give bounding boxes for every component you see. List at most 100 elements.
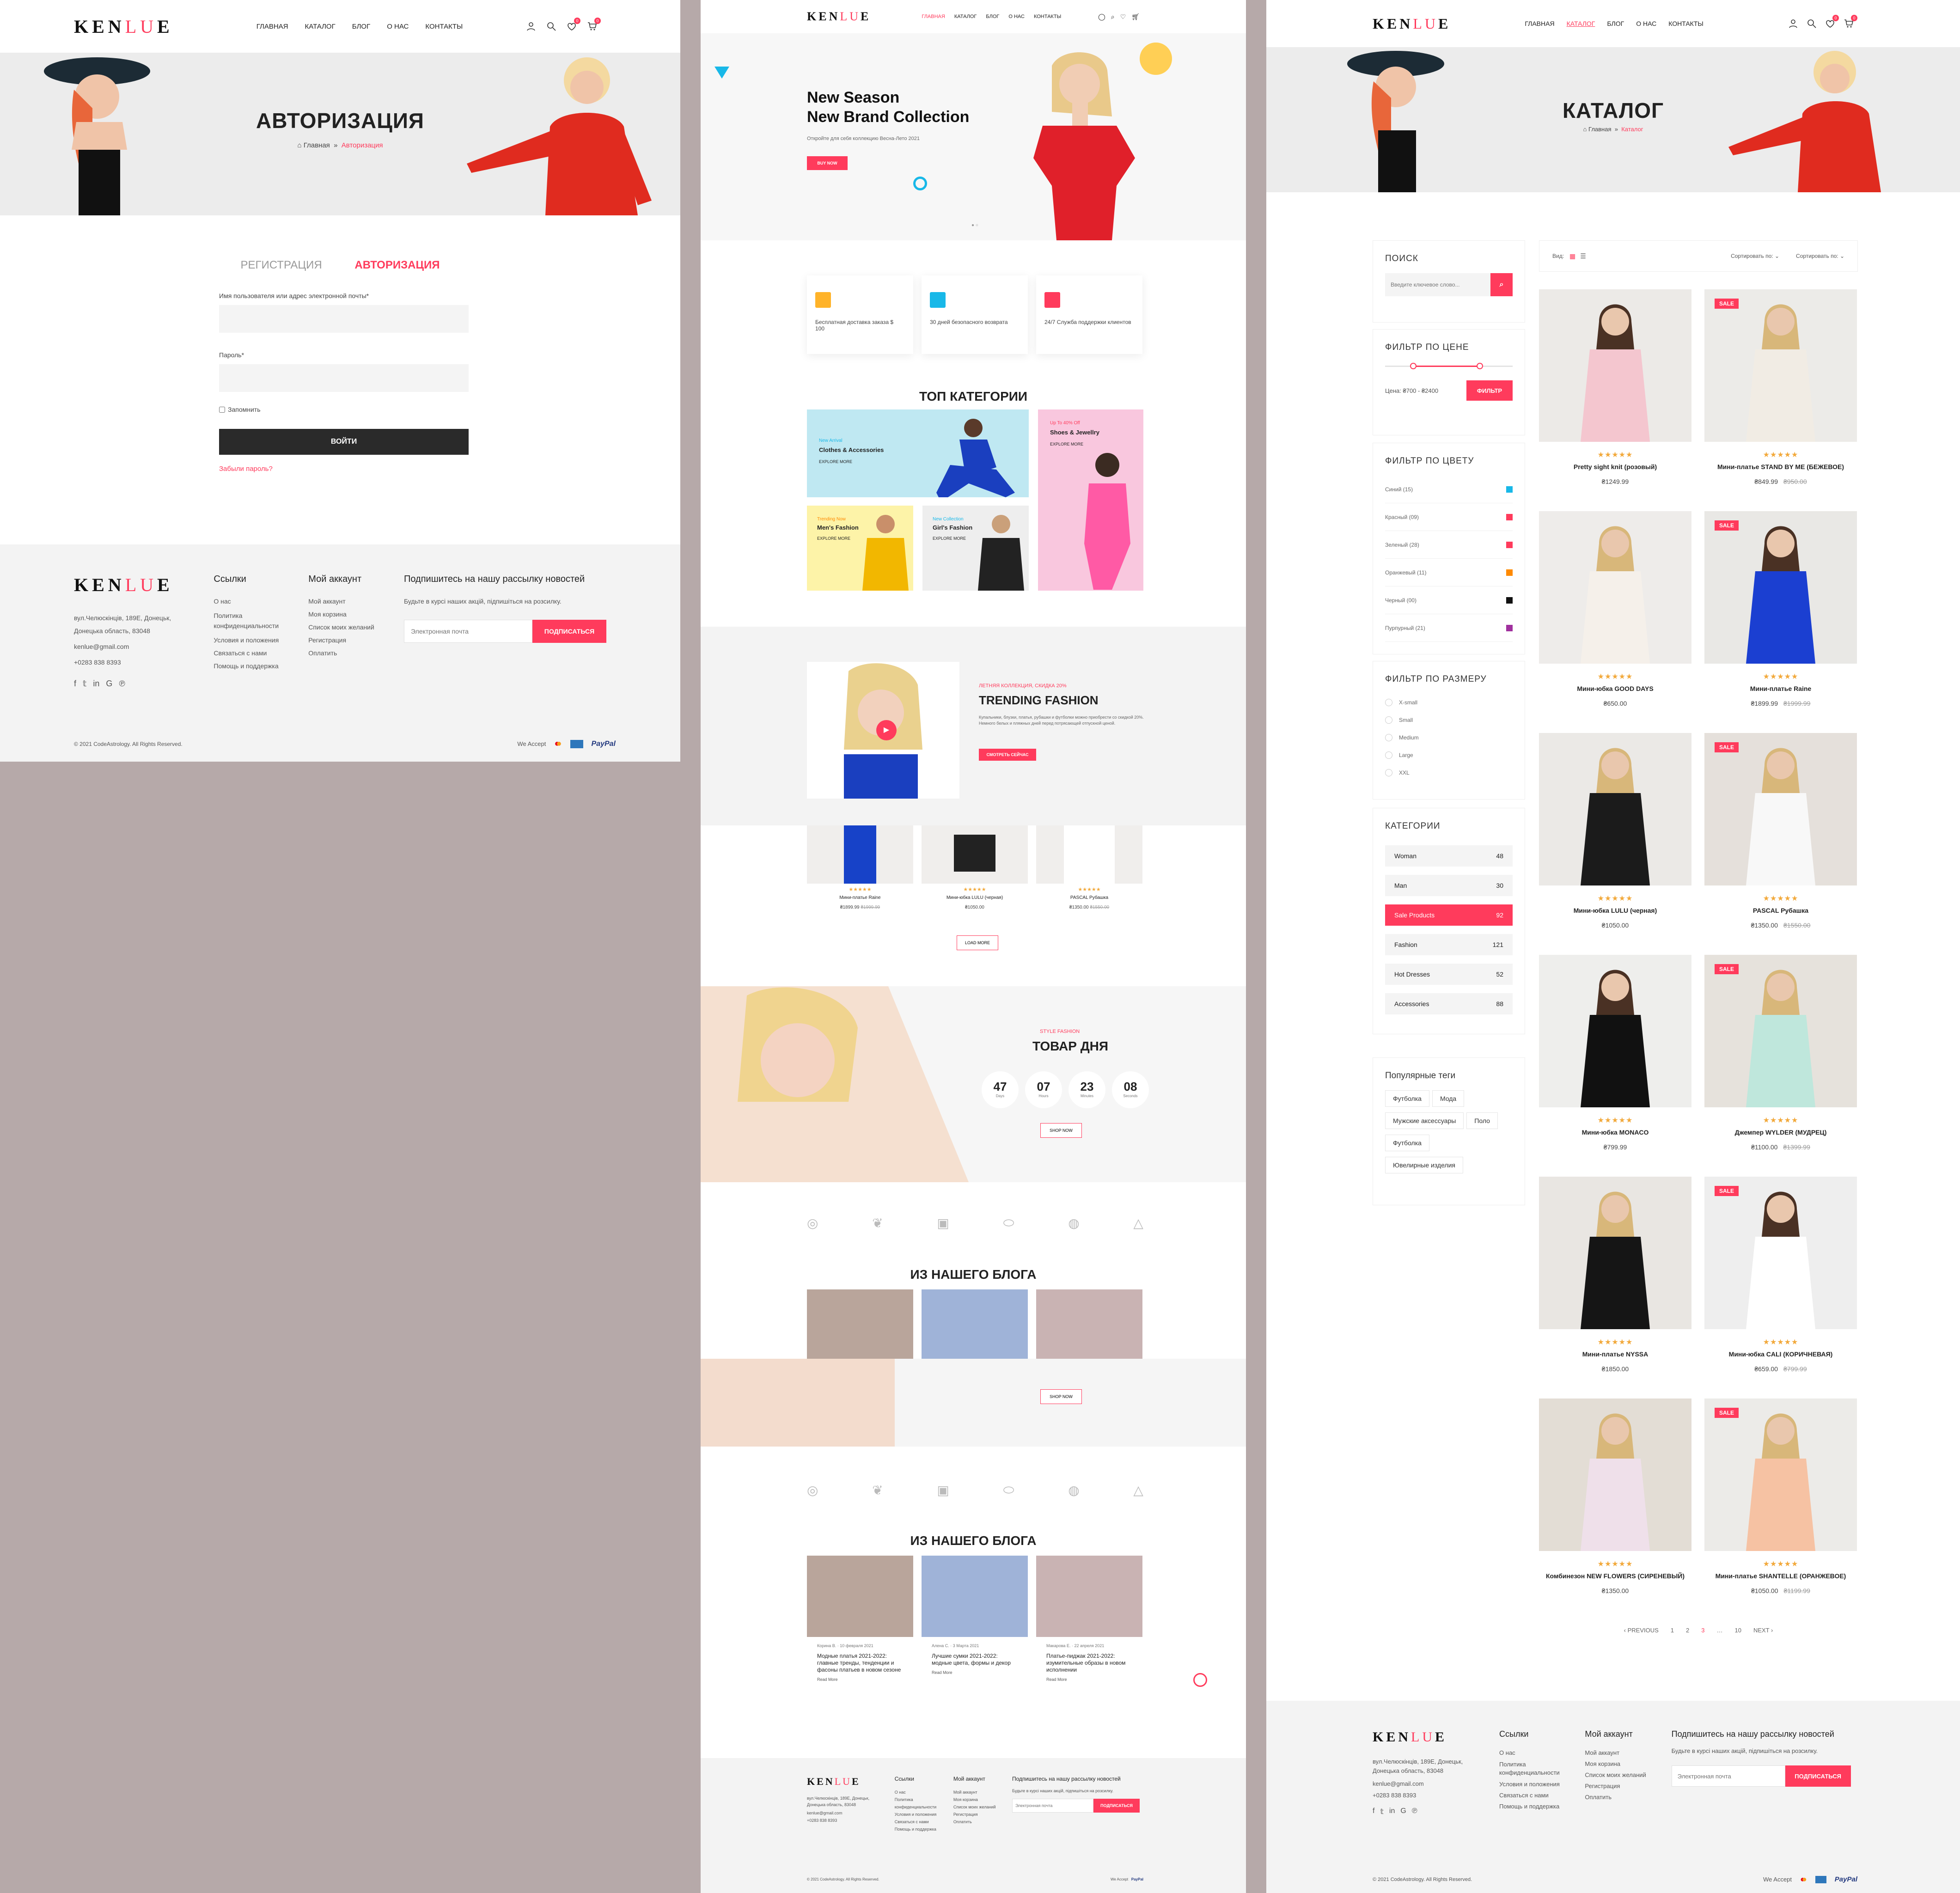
blog-preview-image[interactable] [807,1289,913,1359]
cart-icon[interactable]: 0 [1844,15,1857,29]
category-shoes-link[interactable]: EXPLORE MORE [1050,442,1083,446]
google-icon[interactable]: G [106,679,112,689]
product-name[interactable]: Мини-платье Raine [1704,685,1857,692]
home-footer-account-link[interactable]: Регистрация [953,1811,1012,1818]
heart-icon[interactable]: 0 [1825,15,1839,29]
color-filter-item[interactable]: Синий (15) [1385,476,1513,503]
catalog-footer-account-link[interactable]: Оплатить [1585,1792,1671,1803]
catalog-footer-link[interactable]: Помощь и поддержка [1499,1801,1585,1812]
catalog-logo[interactable]: KEN LU E [1373,15,1451,32]
footer-pay-link[interactable]: Оплатить [308,647,404,659]
category-shoes[interactable]: Up To 40% Off Shoes & Jewellry EXPLORE M… [1038,409,1143,591]
size-filter-item[interactable]: X-small [1385,694,1513,711]
user-icon[interactable] [1788,18,1798,29]
nav-contacts[interactable]: КОНТАКТЫ [1034,14,1061,19]
breadcrumb-home[interactable]: Главная [304,141,330,149]
price-slider[interactable] [1385,362,1513,371]
home-footer-link[interactable]: Помощь и поддержка [895,1826,953,1833]
catalog-footer-phone[interactable]: +0283 838 8393 [1373,1792,1499,1799]
home-footer-account-link[interactable]: Оплатить [953,1818,1012,1826]
product-card[interactable]: SALE ★★★★★ Мини-юбка CALI (КОРИЧНЕВАЯ) ₴659… [1704,1177,1857,1373]
product-image[interactable] [1539,1398,1691,1551]
category-item[interactable]: Woman 48 [1385,845,1513,867]
pagination-item[interactable]: ‹ PREVIOUS [1624,1627,1659,1634]
google-icon[interactable]: G [1400,1807,1406,1816]
product-card[interactable]: ★★★★★ Мини-юбка MONACO ₴799.99 [1539,955,1691,1151]
footer-cart-link[interactable]: Моя корзина [308,608,404,621]
user-icon[interactable]: ◯ [1098,13,1105,21]
sort-dropdown-1[interactable]: Сортировать по: ⌄ [1731,253,1779,259]
blog-card[interactable]: Корина В. · 10 февраля 2021 Модные плать… [807,1556,913,1682]
nav-contacts[interactable]: КОНТАКТЫ [1668,20,1704,27]
search-icon[interactable] [546,21,556,31]
product-image[interactable] [1539,511,1691,664]
footer-link-help[interactable]: Помощь и поддержка [214,659,308,672]
footer-register-link[interactable]: Регистрация [308,634,404,647]
size-radio[interactable] [1385,734,1392,741]
sort-dropdown-2[interactable]: Сортировать по: ⌄ [1796,253,1844,259]
category-clothes-link[interactable]: EXPLORE MORE [819,459,852,464]
price-slider-max-handle[interactable] [1477,363,1483,369]
nav-blog[interactable]: БЛОГ [1607,20,1624,27]
product-card[interactable]: ★★★★★ Комбинезон NEW FLOWERS (СИРЕНЕВЫЙ) ₴… [1539,1398,1691,1594]
product-name[interactable]: Мини-юбка CALI (КОРИЧНЕВАЯ) [1704,1350,1857,1358]
footer-logo[interactable]: KEN LU E [74,574,214,596]
catalog-newsletter-input[interactable] [1671,1765,1785,1787]
catalog-footer-logo[interactable]: KEN LU E [1373,1729,1499,1745]
tab-register[interactable]: РЕГИСТРАЦИЯ [240,259,322,271]
user-icon[interactable] [526,21,536,31]
breadcrumb-home[interactable]: Главная [1588,126,1611,133]
product-name[interactable]: Комбинезон NEW FLOWERS (СИРЕНЕВЫЙ) [1539,1572,1691,1580]
pagination-item[interactable]: 3 [1701,1627,1704,1634]
blog-card-title[interactable]: Платье-пиджак 2021-2022: изумительные об… [1036,1648,1142,1673]
product-card[interactable]: ★★★★★ Мини-юбка GOOD DAYS ₴650.00 [1539,511,1691,707]
footer-link-about[interactable]: О нас [214,595,308,608]
list-view-icon[interactable]: ☰ [1580,252,1586,260]
mini-product-card[interactable]: ★★★★★ Мини-платье Raine ₴1899.99 ₴1999.9… [807,825,913,910]
password-input[interactable] [219,364,469,392]
home-footer-account-link[interactable]: Моя корзина [953,1796,1012,1803]
subscribe-button[interactable]: ПОДПИСАТЬСЯ [532,620,606,643]
nav-about[interactable]: О НАС [387,23,409,31]
price-slider-min-handle[interactable] [1410,363,1417,369]
category-item[interactable]: Hot Dresses 52 [1385,964,1513,985]
category-item[interactable]: Accessories 88 [1385,993,1513,1014]
footer-link-contact[interactable]: Связаться с нами [214,647,308,659]
trending-video[interactable]: ▶ [807,662,959,799]
product-name[interactable]: Мини-платье SHANTELLE (ОРАНЖЕВОЕ) [1704,1572,1857,1580]
size-filter-item[interactable]: Medium [1385,729,1513,746]
color-filter-item[interactable]: Черный (00) [1385,586,1513,614]
tag-chip[interactable]: Ювелирные изделия [1385,1157,1463,1173]
price-filter-button[interactable]: ФИЛЬТР [1466,380,1513,401]
nav-home[interactable]: ГЛАВНАЯ [922,14,945,19]
home-footer-account-link[interactable]: Мой аккаунт [953,1789,1012,1796]
product-name[interactable]: Мини-юбка GOOD DAYS [1539,685,1691,692]
tag-chip[interactable]: Поло [1466,1112,1498,1129]
color-filter-item[interactable]: Красный (09) [1385,503,1513,531]
home-footer-link[interactable]: Связаться с нами [895,1818,953,1826]
catalog-footer-account-link[interactable]: Список моих желаний [1585,1770,1671,1781]
repeat-shop-button[interactable]: SHOP NOW [1040,1389,1082,1404]
nav-catalog[interactable]: КАТАЛОГ [954,14,977,19]
blog-read-more[interactable]: Read More [922,1667,1028,1675]
nav-catalog[interactable]: КАТАЛОГ [1567,20,1595,27]
product-card[interactable]: ★★★★★ Pretty sight knit (розовый) ₴1249.99 [1539,289,1691,485]
blog-read-more[interactable]: Read More [1036,1673,1142,1682]
home-footer-link[interactable]: Политика конфиденциальности [895,1796,953,1811]
product-image[interactable] [1539,733,1691,885]
product-image[interactable]: SALE [1704,1398,1857,1551]
footer-phone[interactable]: +0283 838 8393 [74,656,214,669]
product-card[interactable]: SALE ★★★★★ PASCAL Рубашка ₴1350.00 ₴1550.00 [1704,733,1857,929]
product-name[interactable]: Мини-юбка MONACO [1539,1129,1691,1136]
nav-about[interactable]: О НАС [1636,20,1656,27]
product-image[interactable]: SALE [1704,1177,1857,1329]
remember-checkbox[interactable] [219,406,225,413]
pagination-item[interactable]: 2 [1686,1627,1689,1634]
trending-watch-button[interactable]: СМОТРЕТЬ СЕЙЧАС [979,749,1036,761]
blog-card-title[interactable]: Лучшие сумки 2021-2022: модные цвета, фо… [922,1648,1028,1667]
product-name[interactable]: Pretty sight knit (розовый) [1539,463,1691,470]
nav-contacts[interactable]: КОНТАКТЫ [425,23,463,31]
size-filter-item[interactable]: Small [1385,711,1513,729]
twitter-icon[interactable]: 𝕥 [83,679,86,689]
tag-chip[interactable]: Мужские аксессуары [1385,1112,1464,1129]
